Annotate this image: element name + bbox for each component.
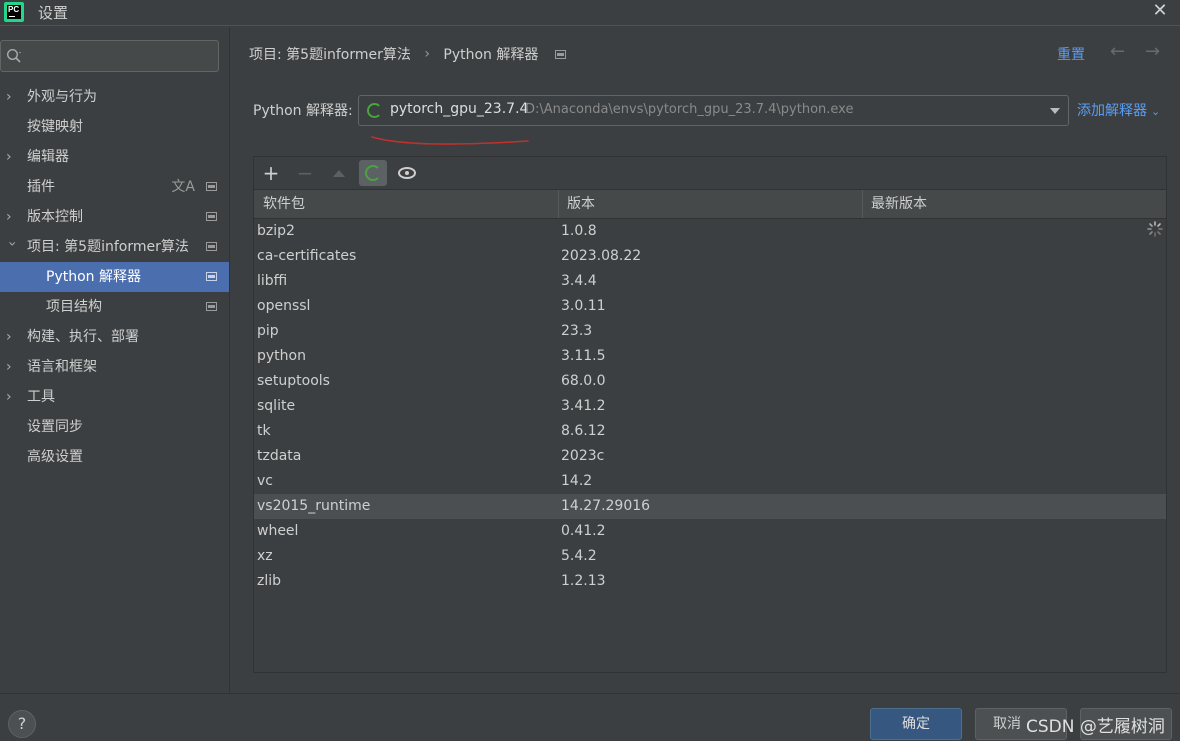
title-bar: PC 设置 ✕ xyxy=(0,0,1180,26)
packages-toolbar: + − xyxy=(254,157,1166,189)
sidebar-item-tools[interactable]: › 工具 xyxy=(0,382,229,412)
project-settings-icon xyxy=(206,302,217,311)
sidebar-item-project[interactable]: › 项目: 第5题informer算法 xyxy=(0,232,229,262)
remove-package-button[interactable]: − xyxy=(291,160,319,186)
close-icon[interactable]: ✕ xyxy=(1150,0,1170,21)
project-settings-icon xyxy=(206,212,217,221)
sidebar-item-advanced[interactable]: 高级设置 xyxy=(0,442,229,472)
upgrade-package-button[interactable] xyxy=(325,160,353,186)
table-row[interactable]: zlib 1.2.13 xyxy=(254,569,1166,594)
upgrade-icon xyxy=(333,170,345,177)
window-title: 设置 xyxy=(38,4,69,22)
chevron-right-icon: › xyxy=(6,359,12,375)
project-settings-icon xyxy=(554,49,566,59)
dropdown-caret-icon xyxy=(1050,108,1060,114)
sidebar-item-languages[interactable]: › 语言和框架 xyxy=(0,352,229,382)
sidebar-item-python-interpreter[interactable]: Python 解释器 xyxy=(0,262,229,292)
csdn-watermark: CSDN @艺履树洞 xyxy=(1026,717,1165,737)
dialog-footer: ? 确定 取消 CSDN @艺履树洞 xyxy=(0,693,1180,741)
chevron-right-icon: › xyxy=(6,209,12,225)
project-settings-icon xyxy=(206,272,217,281)
table-row-selected[interactable]: vs2015_runtime 14.27.29016 xyxy=(254,494,1166,519)
chevron-right-icon: › xyxy=(6,329,12,345)
pycharm-logo-icon: PC xyxy=(4,2,24,22)
table-row[interactable]: libffi 3.4.4 xyxy=(254,269,1166,294)
help-button[interactable]: ? xyxy=(8,710,36,738)
breadcrumb-separator: › xyxy=(424,46,430,62)
sidebar-item-project-structure[interactable]: 项目结构 xyxy=(0,292,229,322)
table-row[interactable]: tzdata 2023c xyxy=(254,444,1166,469)
add-interpreter-link[interactable]: 添加解释器 ⌄ xyxy=(1077,100,1160,120)
chevron-right-icon: › xyxy=(6,389,12,405)
forward-arrow-icon[interactable]: → xyxy=(1145,41,1160,62)
column-header-package[interactable]: 软件包 xyxy=(254,190,559,218)
breadcrumb: 项目: 第5题informer算法 › Python 解释器 xyxy=(249,44,566,64)
sidebar-item-build[interactable]: › 构建、执行、部署 xyxy=(0,322,229,352)
packages-panel: + − 软件包 版本 最新版本 bzip2 1.0.8 ca-certificat… xyxy=(253,156,1167,673)
packages-table-header: 软件包 版本 最新版本 xyxy=(254,189,1166,219)
loading-spinner-icon xyxy=(365,165,381,181)
table-row[interactable]: ca-certificates 2023.08.22 xyxy=(254,244,1166,269)
chevron-down-icon: › xyxy=(4,241,20,247)
ok-button[interactable]: 确定 xyxy=(870,708,962,740)
chevron-right-icon: › xyxy=(6,149,12,165)
red-annotation-underline xyxy=(371,136,529,145)
project-settings-icon xyxy=(206,182,217,191)
eye-icon xyxy=(398,167,416,179)
chevron-right-icon: › xyxy=(6,89,12,105)
table-row[interactable]: sqlite 3.41.2 xyxy=(254,394,1166,419)
refresh-packages-button[interactable] xyxy=(359,160,387,186)
translate-icon: 文A xyxy=(171,179,195,195)
sidebar-item-appearance[interactable]: › 外观与行为 xyxy=(0,82,229,112)
show-early-releases-button[interactable] xyxy=(393,160,421,186)
chevron-down-icon: ⌄ xyxy=(1151,105,1161,118)
table-row[interactable]: openssl 3.0.11 xyxy=(254,294,1166,319)
sidebar-item-settings-sync[interactable]: 设置同步 xyxy=(0,412,229,442)
sidebar-item-keymap[interactable]: 按键映射 xyxy=(0,112,229,142)
packages-table-body: bzip2 1.0.8 ca-certificates 2023.08.22 lib… xyxy=(254,219,1166,594)
sidebar-item-version-control[interactable]: › 版本控制 xyxy=(0,202,229,232)
table-row[interactable]: xz 5.4.2 xyxy=(254,544,1166,569)
table-row[interactable]: pip 23.3 xyxy=(254,319,1166,344)
settings-content: 项目: 第5题informer算法 › Python 解释器 重置 ← → Py… xyxy=(230,27,1180,693)
table-row[interactable]: wheel 0.41.2 xyxy=(254,519,1166,544)
table-row[interactable]: vc 14.2 xyxy=(254,469,1166,494)
table-row[interactable]: bzip2 1.0.8 xyxy=(254,219,1166,244)
conda-loading-icon xyxy=(367,103,382,118)
sidebar-item-editor[interactable]: › 编辑器 xyxy=(0,142,229,172)
interpreter-select[interactable]: pytorch_gpu_23.7.4 D:\Anaconda\envs\pyto… xyxy=(358,95,1069,126)
add-package-button[interactable]: + xyxy=(257,160,285,186)
column-header-latest-version[interactable]: 最新版本 xyxy=(862,190,1166,218)
back-arrow-icon[interactable]: ← xyxy=(1110,41,1125,62)
sidebar-item-plugins[interactable]: 插件 文A xyxy=(0,172,229,202)
interpreter-name: pytorch_gpu_23.7.4 xyxy=(390,101,529,117)
reset-link[interactable]: 重置 xyxy=(1057,44,1085,64)
table-row[interactable]: python 3.11.5 xyxy=(254,344,1166,369)
column-header-version[interactable]: 版本 xyxy=(558,190,863,218)
loading-icon xyxy=(1147,221,1163,237)
settings-search-input[interactable] xyxy=(0,40,219,72)
table-row[interactable]: setuptools 68.0.0 xyxy=(254,369,1166,394)
search-icon xyxy=(6,48,21,63)
breadcrumb-project[interactable]: 项目: 第5题informer算法 xyxy=(249,44,411,64)
settings-sidebar: › 外观与行为 按键映射 › 编辑器 插件 文A › 版本控制 › 项目: 第5… xyxy=(0,27,229,693)
breadcrumb-page: Python 解释器 xyxy=(443,47,539,63)
cancel-button-label: 取消 xyxy=(993,716,1021,732)
interpreter-label: Python 解释器: xyxy=(253,103,353,119)
project-settings-icon xyxy=(206,242,217,251)
table-row[interactable]: tk 8.6.12 xyxy=(254,419,1166,444)
interpreter-path: D:\Anaconda\envs\pytorch_gpu_23.7.4\pyth… xyxy=(525,102,854,117)
